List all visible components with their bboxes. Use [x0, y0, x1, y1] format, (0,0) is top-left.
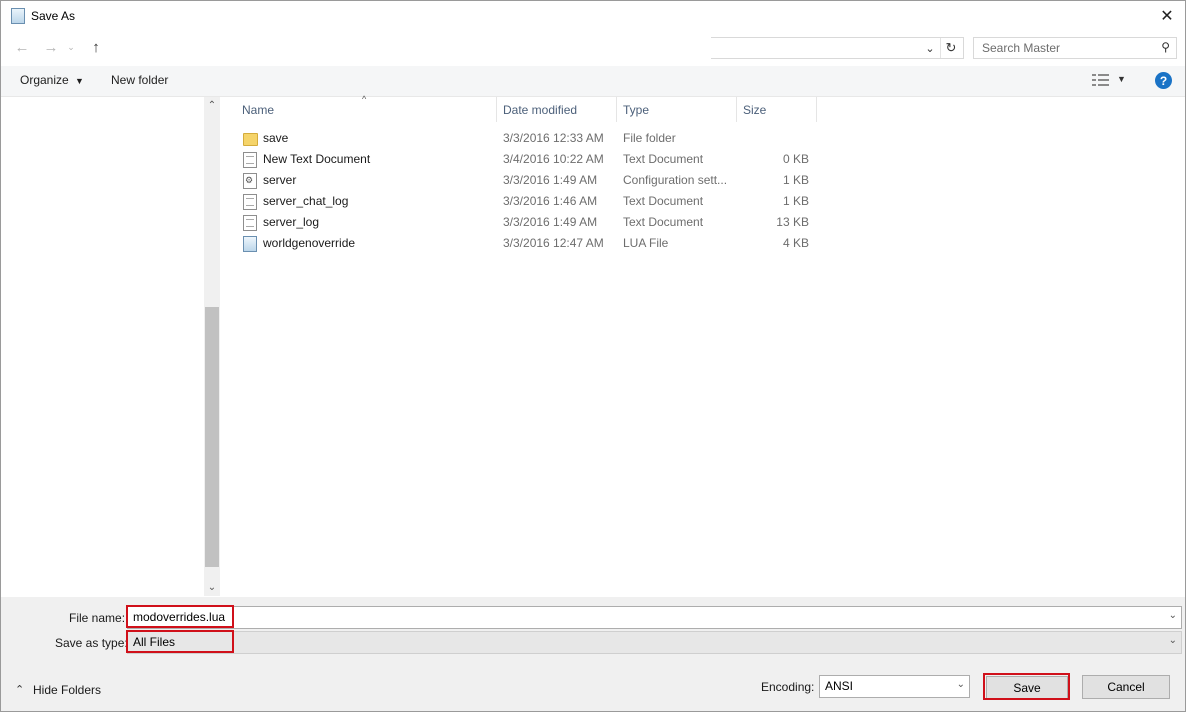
file-row-server[interactable]: server 3/3/2016 1:49 AM Configuration se… [220, 170, 820, 191]
file-date: 3/3/2016 1:49 AM [503, 215, 598, 229]
file-row-new-text-document[interactable]: New Text Document 3/4/2016 10:22 AM Text… [220, 149, 820, 170]
scroll-up-arrow-icon[interactable]: ⌃ [204, 97, 220, 114]
encoding-value: ANSI [825, 679, 854, 693]
hide-folders-caret-icon[interactable]: ⌃ [15, 683, 24, 696]
encoding-dropdown-chevron-icon[interactable]: ⌄ [957, 679, 965, 690]
configuration-file-icon [243, 173, 257, 189]
address-bar[interactable]: ⌄ ↻ [711, 37, 964, 59]
new-folder-button[interactable]: New folder [111, 73, 168, 87]
file-row-save[interactable]: save 3/3/2016 12:33 AM File folder [220, 128, 820, 149]
column-header-date-label: Date modified [503, 103, 578, 117]
scrollbar-thumb[interactable] [205, 307, 219, 567]
recent-locations-chevron-icon[interactable]: ⌄ [65, 37, 77, 57]
text-document-icon [243, 215, 257, 231]
column-header-size[interactable]: Size [737, 97, 817, 122]
search-icon: ⚲ [1161, 40, 1170, 54]
file-type: File folder [623, 131, 676, 145]
save-button-highlight-box [983, 673, 1070, 700]
file-size: 1 KB [782, 173, 809, 187]
organize-caret-icon: ▼ [75, 76, 84, 86]
file-type: LUA File [623, 236, 669, 250]
back-arrow-icon[interactable]: ← [12, 37, 32, 57]
save-as-type-select[interactable]: All Files ⌄ [127, 631, 1182, 654]
file-row-server-log[interactable]: server_log 3/3/2016 1:49 AM Text Documen… [220, 212, 820, 233]
file-name-highlight-box [126, 605, 234, 628]
file-date: 3/4/2016 10:22 AM [503, 152, 604, 166]
file-type: Text Document [623, 215, 704, 229]
text-document-icon [243, 152, 257, 168]
search-placeholder: Search Master [982, 41, 1061, 55]
hide-folders-button[interactable]: Hide Folders [33, 683, 101, 697]
file-date: 3/3/2016 1:46 AM [503, 194, 598, 208]
file-name: server_chat_log [263, 194, 349, 208]
file-size: 4 KB [782, 236, 809, 250]
column-header-date[interactable]: Date modified [497, 97, 617, 122]
file-type: Text Document [623, 194, 704, 208]
file-size: 13 KB [776, 215, 809, 229]
file-size: 1 KB [782, 194, 809, 208]
navigation-bar: ← → ⌄ ↑ ⌄ ↻ Search Master ⚲ [1, 33, 1185, 63]
change-view-icon[interactable] [1092, 73, 1110, 87]
file-date: 3/3/2016 12:47 AM [503, 236, 604, 250]
save-as-type-dropdown-chevron-icon[interactable]: ⌄ [1169, 635, 1177, 646]
save-as-type-label: Save as type: [55, 636, 128, 650]
file-type: Configuration sett... [623, 173, 728, 187]
scroll-down-arrow-icon[interactable]: ⌄ [204, 579, 220, 596]
file-name-field[interactable]: modoverrides.lua ⌄ [127, 606, 1182, 629]
file-type: Text Document [623, 152, 704, 166]
navigation-pane-scrollbar[interactable]: ⌃ ⌄ [204, 97, 220, 596]
column-header-name[interactable]: Name [236, 97, 497, 122]
search-input[interactable]: Search Master ⚲ [973, 37, 1177, 59]
cancel-button[interactable]: Cancel [1082, 675, 1170, 699]
file-name: New Text Document [263, 152, 371, 166]
file-name: server [263, 173, 297, 187]
refresh-icon[interactable]: ↻ [940, 38, 961, 58]
column-header-type[interactable]: Type [617, 97, 737, 122]
command-toolbar: Organize ▼ New folder ▼ ? [1, 66, 1185, 97]
file-row-server-chat-log[interactable]: server_chat_log 3/3/2016 1:46 AM Text Do… [220, 191, 820, 212]
file-row-worldgenoverride[interactable]: worldgenoverride 3/3/2016 12:47 AM LUA F… [220, 233, 820, 254]
folder-icon [243, 133, 258, 146]
save-as-dialog: Save As ✕ ← → ⌄ ↑ ⌄ ↻ Search Master ⚲ Or… [0, 0, 1186, 712]
file-name-label: File name: [69, 611, 126, 625]
window-title: Save As [31, 9, 76, 23]
help-icon[interactable]: ? [1155, 72, 1172, 89]
file-name: worldgenoverride [263, 236, 356, 250]
file-size: 0 KB [782, 152, 809, 166]
up-arrow-icon[interactable]: ↑ [86, 37, 106, 57]
column-header-name-label: Name [242, 103, 275, 117]
file-name: save [263, 131, 289, 145]
file-date: 3/3/2016 12:33 AM [503, 131, 604, 145]
lua-file-icon [243, 236, 257, 252]
close-button[interactable]: ✕ [1149, 1, 1185, 31]
encoding-label: Encoding: [761, 680, 815, 694]
navigation-pane[interactable] [1, 97, 204, 596]
organize-label: Organize [20, 73, 69, 87]
file-name: server_log [263, 215, 320, 229]
organize-button[interactable]: Organize ▼ [20, 73, 84, 87]
save-as-type-highlight-box [126, 630, 234, 653]
address-dropdown-chevron-icon[interactable]: ⌄ [921, 38, 939, 58]
file-date: 3/3/2016 1:49 AM [503, 173, 598, 187]
file-list: ^ Name Date modified Type Size save 3/3/… [220, 94, 1185, 596]
column-header-type-label: Type [623, 103, 650, 117]
column-header-size-label: Size [743, 103, 767, 117]
forward-arrow-icon[interactable]: → [41, 37, 61, 57]
encoding-select[interactable]: ANSI ⌄ [819, 675, 970, 698]
save-options-panel: File name: modoverrides.lua ⌄ Save as ty… [1, 597, 1185, 711]
file-name-dropdown-chevron-icon[interactable]: ⌄ [1169, 610, 1177, 621]
text-document-icon [243, 194, 257, 210]
view-options-caret-icon[interactable]: ▼ [1117, 74, 1126, 84]
notepad-icon [11, 8, 25, 24]
title-bar: Save As ✕ [1, 1, 1185, 31]
